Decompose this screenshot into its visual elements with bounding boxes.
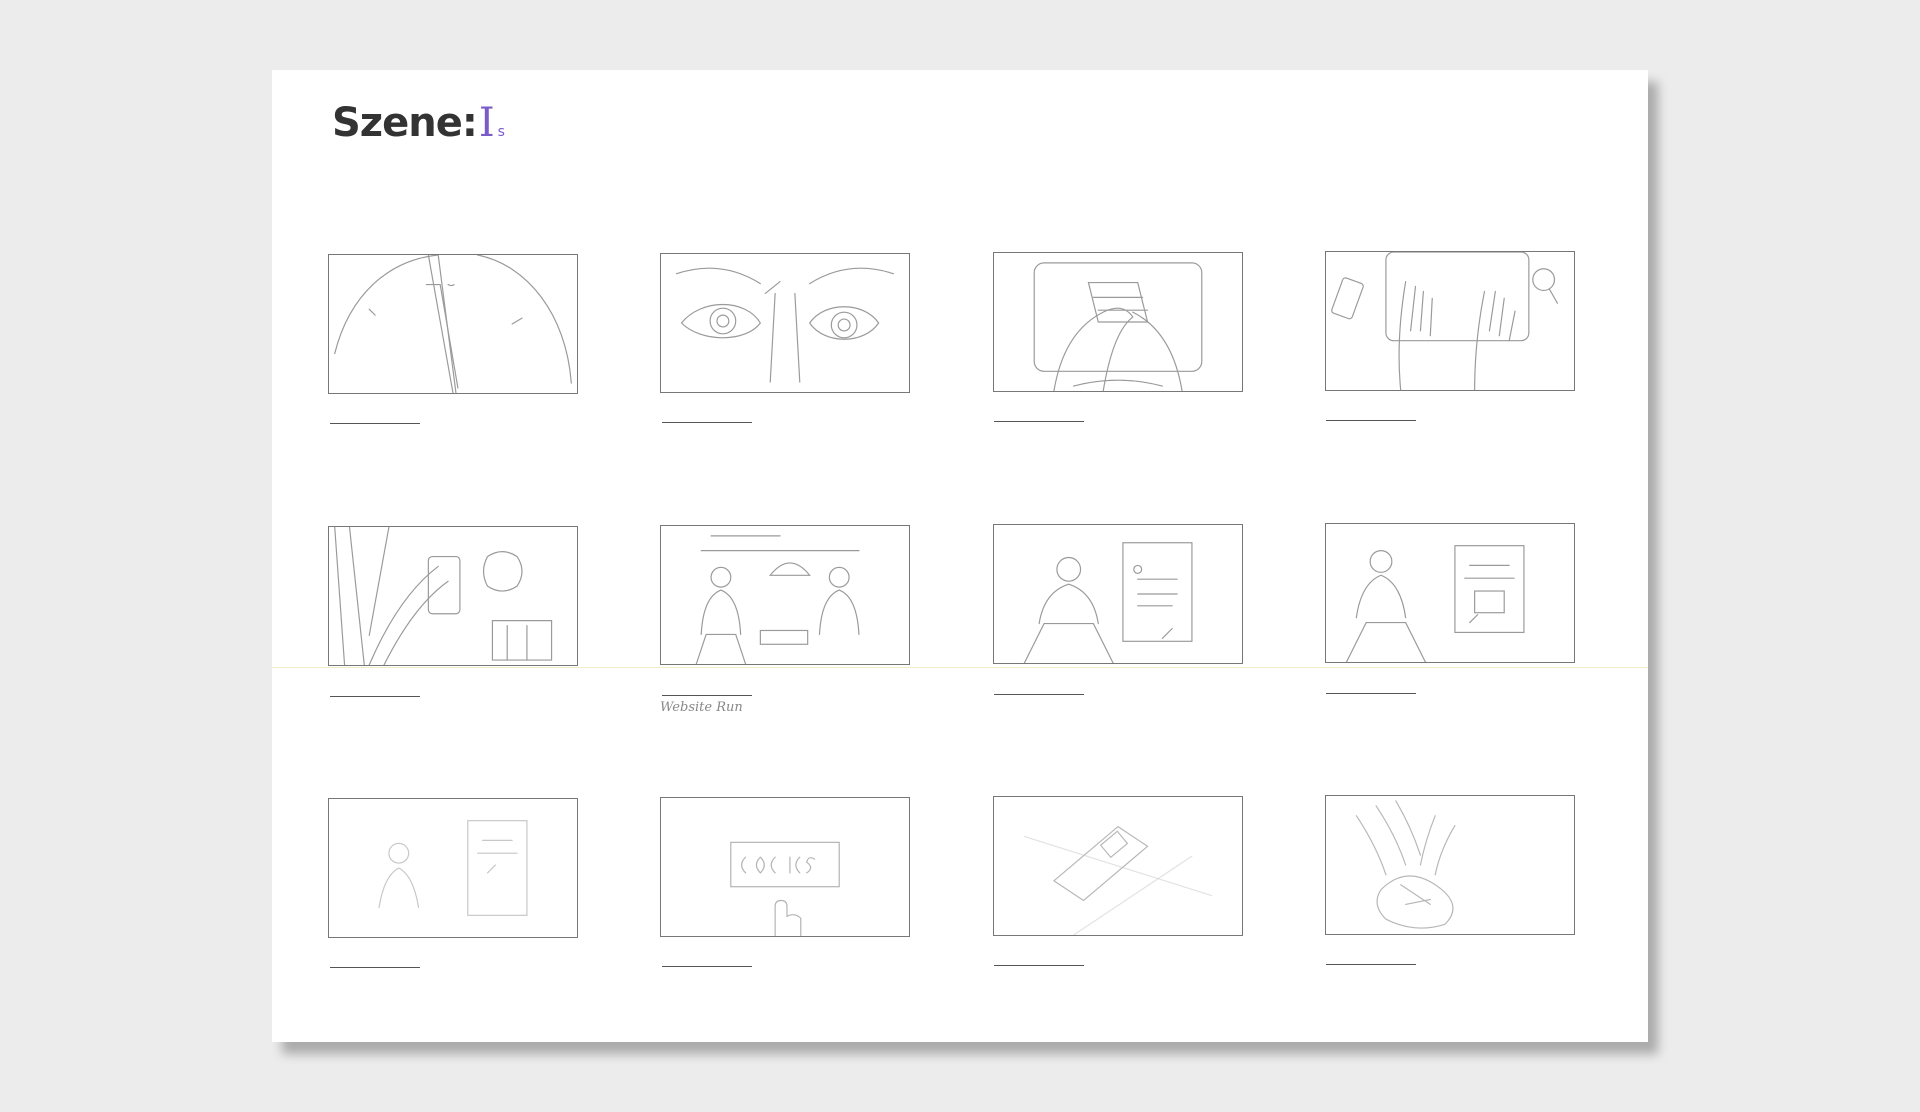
storyboard-panel-7 — [993, 524, 1243, 664]
panel-2-label-line — [662, 422, 752, 423]
hands-typing-sketch-icon — [1331, 252, 1559, 390]
panel-8-label-line — [1326, 693, 1416, 694]
panel-5-label-line — [330, 696, 420, 697]
panel-7-label-line — [994, 694, 1084, 695]
panel-10-label-line — [662, 966, 752, 967]
title-prefix: Szene: — [332, 100, 478, 146]
two-people-website-sketch-icon — [695, 535, 860, 664]
storyboard-panel-3 — [993, 252, 1243, 392]
panel-6-label-line — [662, 695, 752, 696]
crumpled-hands-sketch-icon — [1355, 800, 1456, 929]
storyboard-panel-5 — [328, 526, 578, 666]
panel-9-label-line — [330, 967, 420, 968]
title-handwritten-small: s — [497, 124, 505, 140]
storyboard-panel-1 — [328, 254, 578, 394]
hand-holding-phone-sketch-icon — [334, 527, 553, 665]
storyboard-panel-4 — [1325, 251, 1575, 391]
storyboard-sheet: Szene:I s Website Run — [272, 70, 1648, 1042]
storyboard-panel-11 — [993, 796, 1243, 936]
panel-11-label-line — [994, 965, 1084, 966]
panel-6-caption: Website Run — [660, 700, 743, 715]
person-with-screen-sketch-icon — [1023, 542, 1193, 663]
panel-1-label-line — [330, 423, 420, 424]
eyes-sketch-icon — [675, 267, 895, 383]
hands-on-tablet-sketch-icon — [1033, 262, 1203, 391]
faint-person-with-screen-sketch-icon — [378, 820, 528, 916]
panel-12-label-line — [1326, 964, 1416, 965]
panel-4-label-line — [1326, 420, 1416, 421]
title-handwritten: I — [478, 100, 495, 146]
storyboard-panel-6 — [660, 525, 910, 665]
phone-on-table-sketch-icon — [1023, 825, 1213, 935]
storyboard-panel-9 — [328, 798, 578, 938]
page-title: Szene:I s — [332, 100, 505, 146]
clock-sketch-icon — [334, 255, 572, 393]
storyboard-panel-8 — [1325, 523, 1575, 663]
guide-line — [272, 667, 1648, 668]
button-click-sketch-icon — [730, 841, 840, 936]
panel-3-label-line — [994, 421, 1084, 422]
storyboard-panel-2 — [660, 253, 910, 393]
storyboard-panel-12 — [1325, 795, 1575, 935]
storyboard-panel-10 — [660, 797, 910, 937]
person-with-document-sketch-icon — [1345, 545, 1525, 662]
